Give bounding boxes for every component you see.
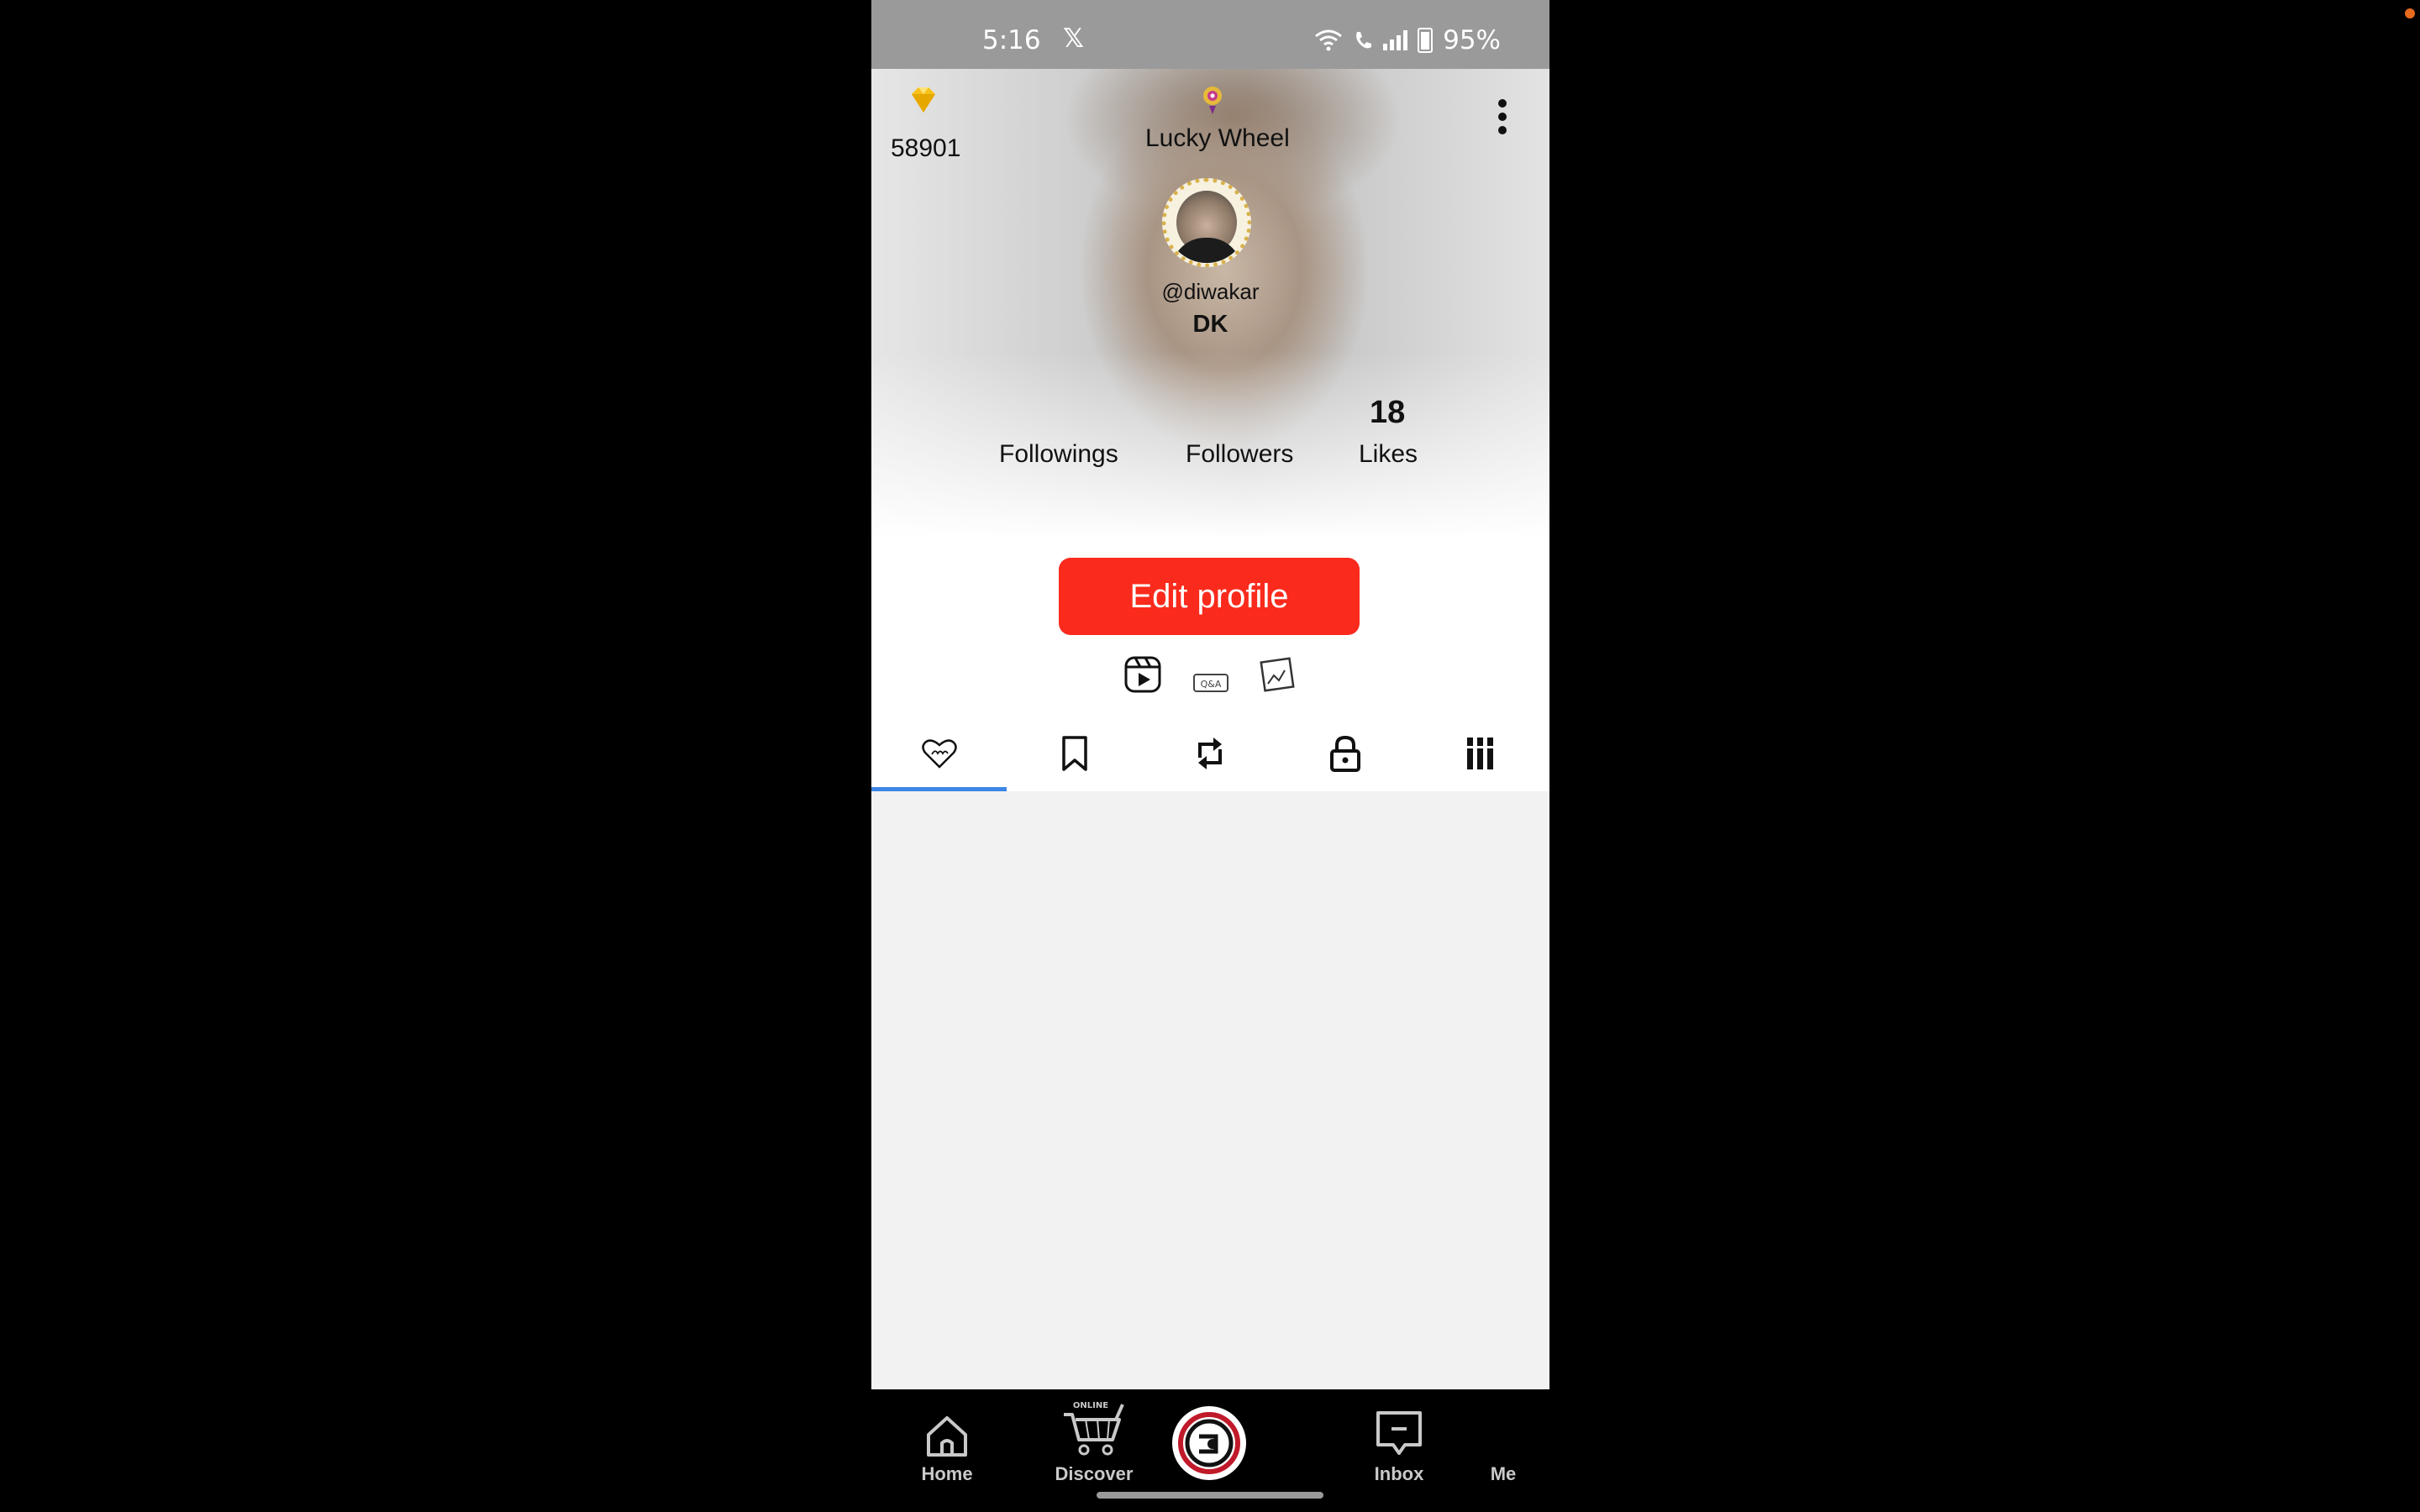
qa-icon[interactable]: Q&A — [1192, 664, 1229, 702]
nav-home[interactable]: Home — [905, 1398, 989, 1485]
tab-saved[interactable] — [1007, 716, 1142, 791]
signal-icon — [1383, 30, 1408, 50]
nav-me-label: Me — [1490, 1463, 1517, 1484]
home-indicator[interactable] — [1097, 1492, 1323, 1499]
likes-count: 18 — [1370, 395, 1406, 430]
lock-icon — [1329, 735, 1360, 772]
nav-discover-label: Discover — [1055, 1463, 1134, 1484]
wifi-call-icon — [1356, 32, 1372, 49]
edit-profile-button[interactable]: Edit profile — [1059, 558, 1360, 635]
columns-icon — [1464, 738, 1497, 769]
camera-record-icon — [1178, 1412, 1240, 1474]
status-right: 95% — [1314, 25, 1501, 55]
profile-tabs — [871, 716, 1549, 791]
tab-grid[interactable] — [1413, 716, 1548, 791]
nav-inbox[interactable]: Inbox — [1357, 1398, 1441, 1485]
status-bar: 5:16 𝕏 95% — [871, 0, 1549, 69]
nav-discover[interactable]: ONLINE Discover — [1052, 1398, 1136, 1485]
followers-label[interactable]: Followers — [1186, 440, 1293, 469]
battery-percent: 95% — [1443, 25, 1501, 55]
love-heart-icon — [921, 739, 957, 769]
phone-screen: 5:16 𝕏 95% 58901 Lucky Wheel @diwakar DK… — [871, 0, 1549, 1512]
tab-liked[interactable] — [871, 716, 1007, 791]
shopping-cart-icon: ONLINE — [1064, 1401, 1124, 1456]
user-nickname: DK — [1192, 311, 1228, 338]
bookmark-icon — [1061, 736, 1087, 771]
avatar[interactable] — [1162, 178, 1251, 267]
nav-home-label: Home — [921, 1463, 973, 1484]
nav-me[interactable]: Me — [1461, 1398, 1545, 1485]
reels-icon[interactable] — [1123, 655, 1162, 694]
svg-text:Q&A: Q&A — [1201, 679, 1222, 690]
followings-label[interactable]: Followings — [999, 440, 1118, 469]
user-handle: @diwakar — [1161, 279, 1260, 304]
repost-icon — [1197, 738, 1222, 769]
lucky-wheel-icon[interactable] — [1201, 84, 1224, 116]
tab-private[interactable] — [1277, 716, 1413, 791]
home-icon — [927, 1416, 967, 1457]
gallery-icon[interactable] — [1260, 655, 1295, 694]
diamond-icon[interactable] — [907, 84, 940, 118]
tab-reposts[interactable] — [1142, 716, 1277, 791]
create-button[interactable] — [1172, 1406, 1246, 1480]
inbox-icon — [1376, 1411, 1422, 1455]
likes-label[interactable]: Likes — [1359, 440, 1418, 469]
battery-icon — [1418, 28, 1434, 53]
coin-balance[interactable]: 58901 — [891, 134, 960, 163]
recording-indicator — [2405, 8, 2415, 18]
nav-inbox-label: Inbox — [1374, 1463, 1424, 1484]
status-time: 5:16 — [982, 25, 1041, 55]
wifi-icon — [1315, 29, 1343, 51]
x-app-icon: 𝕏 — [1063, 24, 1084, 54]
lucky-wheel-label[interactable]: Lucky Wheel — [1145, 124, 1290, 153]
discover-badge: ONLINE — [1073, 1401, 1108, 1410]
more-options-icon[interactable] — [1494, 99, 1511, 141]
tab-content-empty — [871, 791, 1549, 1389]
